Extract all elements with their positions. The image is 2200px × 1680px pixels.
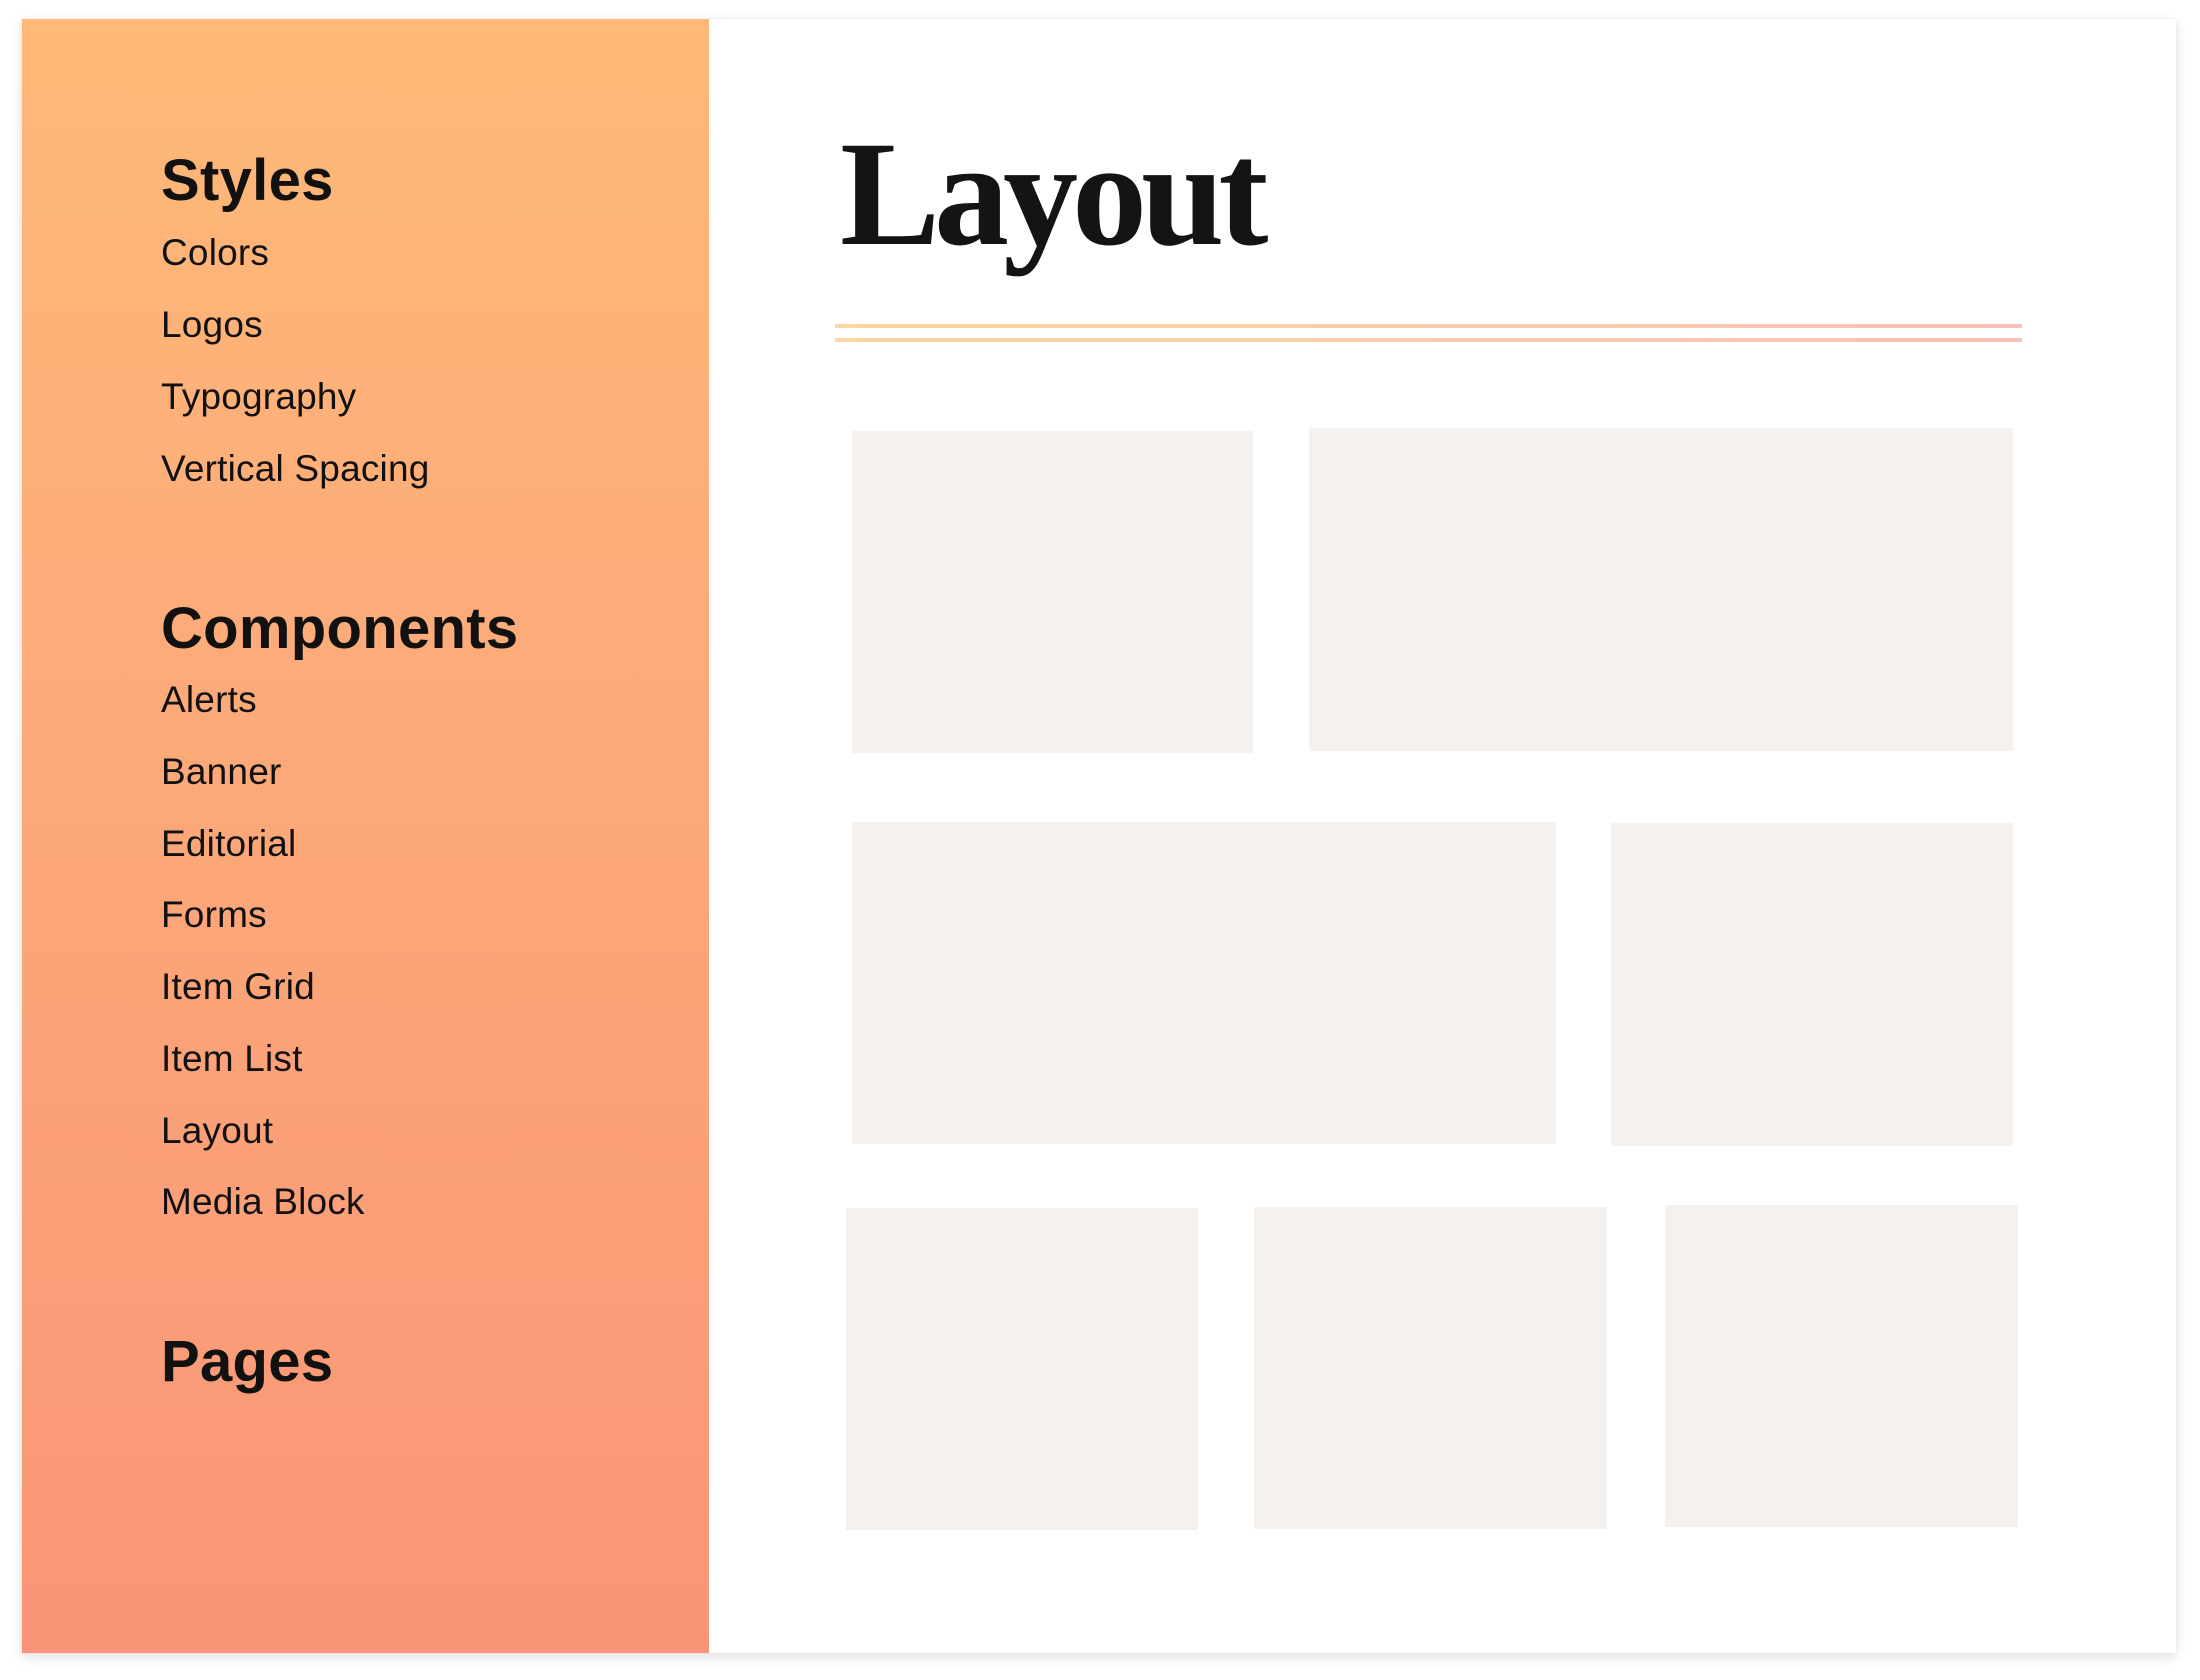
sidebar-item-alerts[interactable]: Alerts [161, 681, 257, 718]
placeholder-block-4 [1611, 823, 2013, 1146]
sidebar-item-colors[interactable]: Colors [161, 234, 269, 271]
sidebar-item-media-block[interactable]: Media Block [161, 1183, 365, 1220]
placeholder-block-1 [852, 431, 1253, 753]
main-content: Layout [709, 19, 2176, 1653]
sidebar-item-forms[interactable]: Forms [161, 896, 267, 933]
sidebar-item-layout[interactable]: Layout [161, 1112, 273, 1149]
placeholder-block-7 [1665, 1205, 2018, 1527]
sidebar-item-item-grid[interactable]: Item Grid [161, 968, 315, 1005]
placeholder-block-5 [846, 1208, 1198, 1530]
placeholder-block-2 [1309, 428, 2013, 751]
sidebar-heading-styles[interactable]: Styles [161, 152, 334, 210]
page-card: Styles Colors Logos Typography Vertical … [22, 19, 2176, 1653]
sidebar-item-item-list[interactable]: Item List [161, 1040, 303, 1077]
sidebar-nav: Styles Colors Logos Typography Vertical … [22, 19, 709, 1653]
title-divider-bottom [835, 338, 2022, 342]
sidebar-item-vertical-spacing[interactable]: Vertical Spacing [161, 450, 430, 487]
sidebar-item-banner[interactable]: Banner [161, 753, 282, 790]
title-divider-top [835, 324, 2022, 328]
sidebar-item-typography[interactable]: Typography [161, 378, 356, 415]
placeholder-block-6 [1254, 1207, 1607, 1529]
sidebar-heading-pages[interactable]: Pages [161, 1333, 333, 1391]
sidebar-item-logos[interactable]: Logos [161, 306, 263, 343]
placeholder-block-3 [852, 822, 1556, 1144]
sidebar-heading-components[interactable]: Components [161, 600, 518, 658]
page-title: Layout [840, 111, 1268, 277]
sidebar-item-editorial[interactable]: Editorial [161, 825, 296, 862]
